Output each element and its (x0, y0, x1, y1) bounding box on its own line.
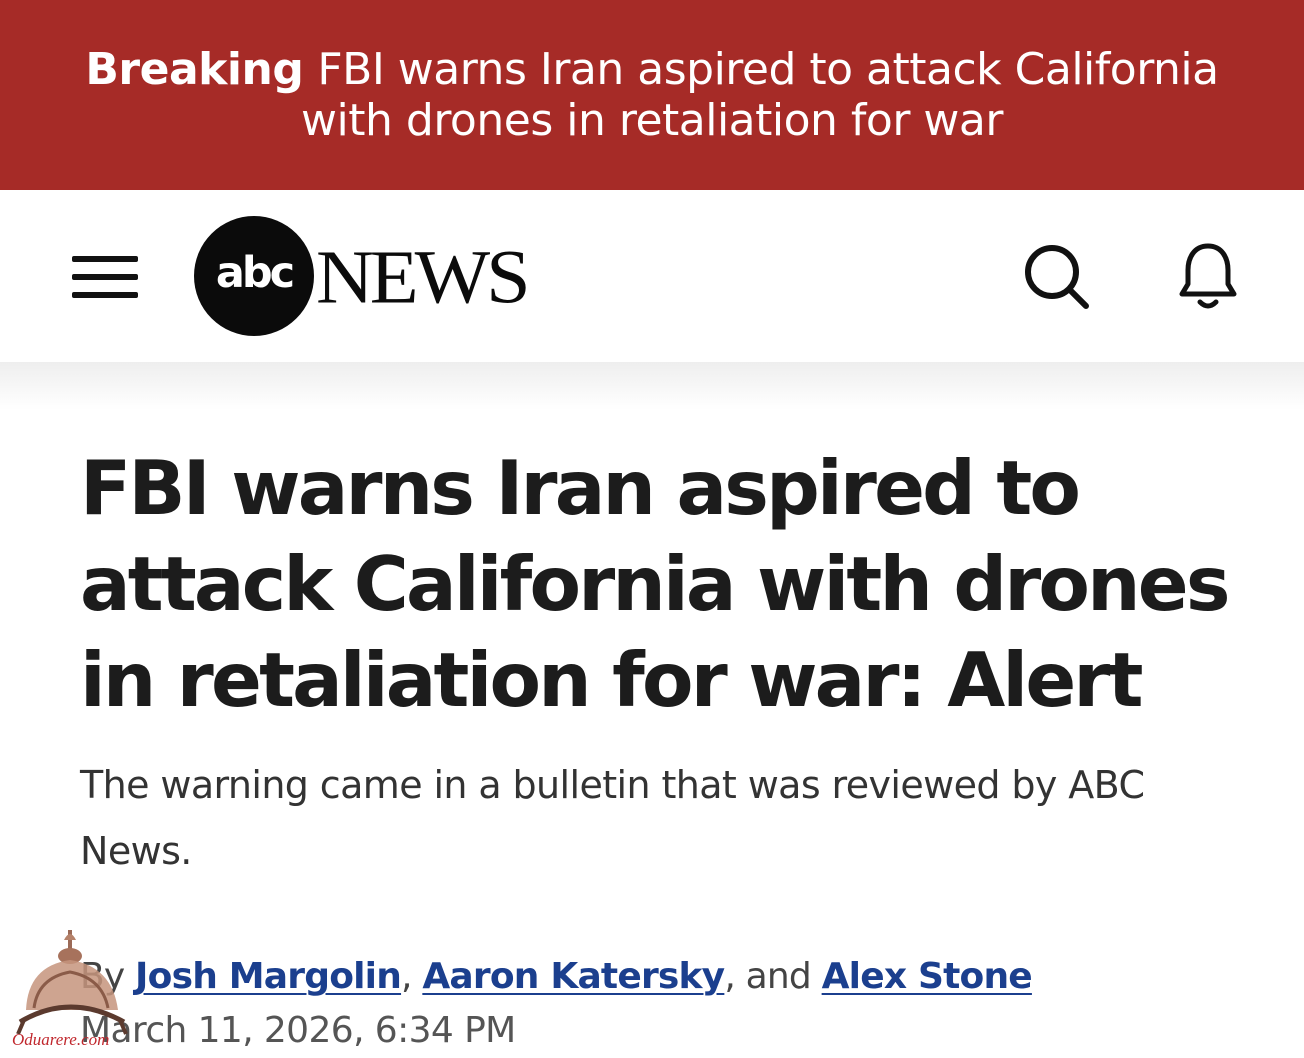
abc-logo-circle: abc (194, 216, 314, 336)
article-headline: FBI warns Iran aspired to attack Califor… (80, 444, 1230, 724)
bell-icon[interactable] (1170, 238, 1246, 314)
crown-watermark-icon: Oduarere.com (8, 926, 154, 1058)
logo-news-text: NEWS (316, 236, 531, 320)
byline-separator-and: , and (724, 956, 822, 997)
author-link-aaron-katersky[interactable]: Aaron Katersky (422, 956, 725, 997)
author-link-josh-margolin[interactable]: Josh Margolin (135, 956, 402, 997)
top-navigation-bar: abc NEWS (0, 190, 1304, 362)
nav-shadow-divider (0, 362, 1304, 410)
watermark-text: Oduarere.com (12, 1030, 110, 1049)
abc-news-logo[interactable]: abc NEWS (194, 216, 554, 338)
article-byline: By Josh Margolin, Aaron Katersky, and Al… (80, 952, 1180, 1002)
search-icon[interactable] (1018, 238, 1094, 314)
hamburger-menu-icon[interactable] (72, 254, 138, 300)
logo-abc-text: abc (215, 248, 295, 298)
breaking-headline: FBI warns Iran aspired to attack Califor… (301, 44, 1219, 146)
byline-separator: , (401, 956, 423, 997)
breaking-news-banner[interactable]: Breaking FBI warns Iran aspired to attack… (0, 0, 1304, 190)
breaking-news-text-block: Breaking FBI warns Iran aspired to attack… (40, 44, 1264, 146)
article-subhead: The warning came in a bulletin that was … (80, 763, 1145, 873)
breaking-label: Breaking (85, 44, 304, 95)
author-link-alex-stone[interactable]: Alex Stone (822, 956, 1033, 997)
